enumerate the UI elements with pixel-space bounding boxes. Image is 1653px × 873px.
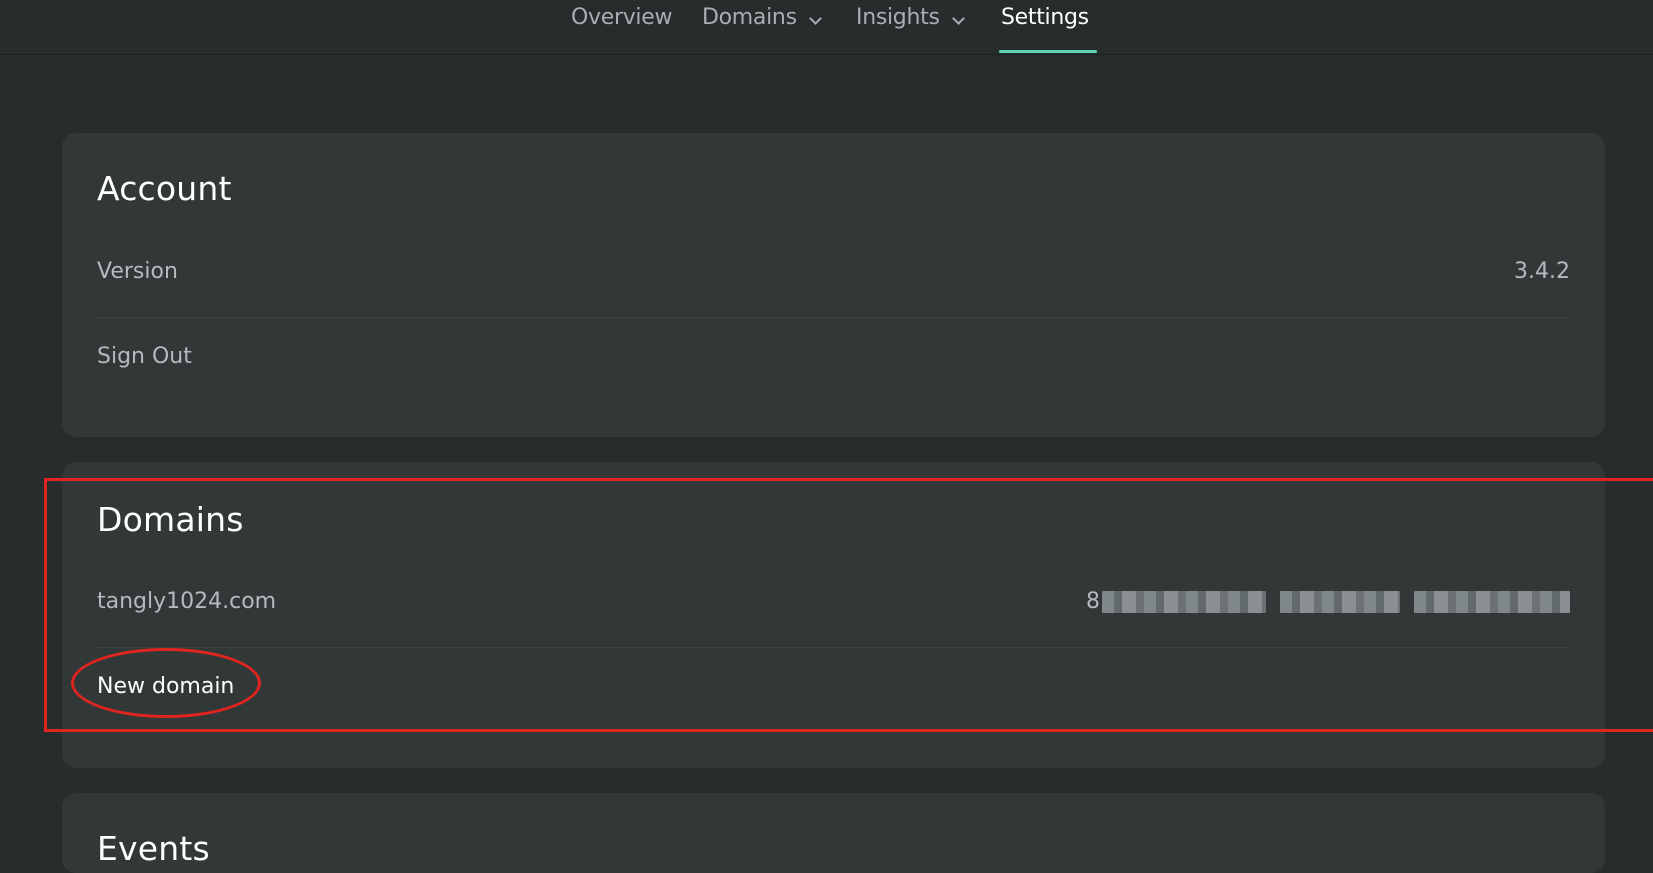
version-value: 3.4.2 — [1514, 259, 1570, 284]
nav-insights-label: Insights — [856, 5, 940, 30]
nav-domains-label: Domains — [702, 5, 797, 30]
domain-item-id: 8 — [1086, 589, 1570, 614]
domain-item-name[interactable]: tangly1024.com — [97, 589, 276, 614]
nav-domains[interactable]: Domains — [702, 5, 822, 55]
chevron-down-icon — [808, 12, 822, 25]
divider — [97, 647, 1570, 648]
events-card: Events — [62, 793, 1605, 873]
active-tab-indicator — [999, 50, 1097, 53]
domains-card: Domains tangly1024.com 8 New domain — [62, 462, 1605, 768]
redacted-id-segment — [1102, 590, 1266, 613]
divider — [97, 317, 1570, 318]
redacted-id-segment — [1414, 590, 1570, 613]
events-title: Events — [97, 829, 210, 868]
domains-title: Domains — [97, 500, 244, 539]
nav-settings[interactable]: Settings — [1001, 5, 1089, 55]
account-card: Account Version 3.4.2 Sign Out — [62, 133, 1605, 437]
top-nav: Overview Domains Insights Settings — [0, 0, 1653, 55]
nav-insights[interactable]: Insights — [856, 5, 965, 55]
chevron-down-icon — [951, 12, 965, 25]
nav-overview[interactable]: Overview — [571, 5, 672, 55]
nav-overview-label: Overview — [571, 5, 673, 30]
sign-out-button[interactable]: Sign Out — [97, 344, 192, 369]
account-title: Account — [97, 169, 232, 208]
nav-settings-label: Settings — [1001, 5, 1089, 30]
domain-id-prefix: 8 — [1086, 589, 1100, 614]
version-label: Version — [97, 259, 178, 284]
redacted-id-segment — [1280, 590, 1400, 613]
new-domain-button[interactable]: New domain — [97, 674, 234, 699]
